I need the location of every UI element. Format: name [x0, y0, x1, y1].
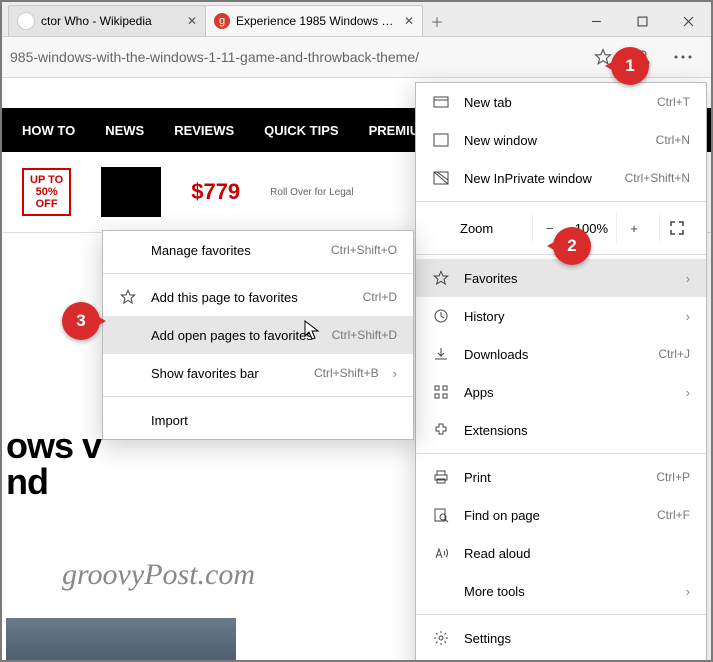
history-icon — [432, 308, 450, 324]
url-text[interactable]: 985-windows-with-the-windows-1-11-game-a… — [10, 49, 583, 65]
menu-extensions[interactable]: Extensions — [416, 411, 706, 449]
more-menu-button[interactable] — [663, 55, 703, 59]
watermark: groovyPost.com — [62, 558, 255, 592]
chevron-right-icon: › — [686, 385, 690, 400]
fullscreen-button[interactable] — [659, 213, 694, 243]
tab-label: Experience 1985 Windows with t — [236, 14, 398, 28]
wikipedia-favicon-icon — [17, 12, 35, 30]
menu-history[interactable]: History › — [416, 297, 706, 335]
star-icon — [432, 270, 450, 286]
zoom-label: Zoom — [428, 221, 524, 236]
titlebar: ctor Who - Wikipedia ✕ g Experience 1985… — [2, 2, 711, 37]
menu-new-inprivate[interactable]: New InPrivate window Ctrl+Shift+N — [416, 159, 706, 197]
menu-new-tab[interactable]: New tab Ctrl+T — [416, 83, 706, 121]
zoom-in-button[interactable]: + — [616, 213, 651, 243]
star-icon — [119, 289, 137, 305]
annotation-callout-1: 1 — [611, 47, 649, 85]
legal-text: Roll Over for Legal — [270, 187, 353, 198]
menu-settings[interactable]: Settings — [416, 619, 706, 657]
print-icon — [432, 469, 450, 485]
groovypost-favicon-icon: g — [214, 13, 230, 29]
ad-thumbnail — [101, 167, 161, 217]
article-headline: ows v nd — [6, 428, 101, 500]
tab-groovypost[interactable]: g Experience 1985 Windows with t ✕ — [205, 5, 423, 36]
new-tab-button[interactable]: ＋ — [422, 6, 452, 36]
menu-print[interactable]: Print Ctrl+P — [416, 458, 706, 496]
cursor-icon — [304, 320, 320, 342]
submenu-import[interactable]: Import — [103, 401, 413, 439]
chevron-right-icon: › — [686, 584, 690, 599]
tab-label: ctor Who - Wikipedia — [41, 14, 181, 28]
download-icon — [432, 346, 450, 362]
inprivate-icon — [432, 170, 450, 186]
menu-find[interactable]: Find on page Ctrl+F — [416, 496, 706, 534]
close-tab-icon[interactable]: ✕ — [404, 14, 414, 28]
gear-icon — [432, 630, 450, 646]
annotation-callout-3: 3 — [62, 302, 100, 340]
nav-item[interactable]: QUICK TIPS — [264, 123, 338, 138]
more-menu: New tab Ctrl+T New window Ctrl+N New InP… — [415, 82, 707, 662]
minimize-button[interactable] — [573, 6, 619, 36]
chevron-right-icon: › — [686, 271, 690, 286]
offer-badge: UP TO 50% OFF — [22, 168, 71, 216]
chevron-right-icon: › — [686, 309, 690, 324]
close-window-button[interactable] — [665, 6, 711, 36]
tab-strip: ctor Who - Wikipedia ✕ g Experience 1985… — [2, 2, 573, 36]
find-icon — [432, 507, 450, 523]
window-controls — [573, 6, 711, 36]
article-thumbnail — [6, 618, 236, 662]
price: $779 — [191, 179, 240, 205]
annotation-callout-2: 2 — [553, 227, 591, 265]
tab-wikipedia[interactable]: ctor Who - Wikipedia ✕ — [8, 5, 206, 36]
read-aloud-icon — [432, 545, 450, 561]
apps-icon — [432, 384, 450, 400]
menu-apps[interactable]: Apps › — [416, 373, 706, 411]
nav-item[interactable]: HOW TO — [22, 123, 75, 138]
menu-help[interactable]: Help and feedback › — [416, 657, 706, 662]
submenu-add-open-pages[interactable]: Add open pages to favorites Ctrl+Shift+D — [103, 316, 413, 354]
menu-more-tools[interactable]: More tools › — [416, 572, 706, 610]
nav-item[interactable]: REVIEWS — [174, 123, 234, 138]
chevron-right-icon: › — [393, 366, 397, 381]
new-window-icon — [432, 132, 450, 148]
submenu-manage-favorites[interactable]: Manage favorites Ctrl+Shift+O — [103, 231, 413, 269]
close-tab-icon[interactable]: ✕ — [187, 14, 197, 28]
menu-read-aloud[interactable]: Read aloud — [416, 534, 706, 572]
menu-favorites[interactable]: Favorites › — [416, 259, 706, 297]
new-tab-icon — [432, 94, 450, 110]
submenu-show-favorites-bar[interactable]: Show favorites bar Ctrl+Shift+B › — [103, 354, 413, 392]
menu-new-window[interactable]: New window Ctrl+N — [416, 121, 706, 159]
menu-downloads[interactable]: Downloads Ctrl+J — [416, 335, 706, 373]
maximize-button[interactable] — [619, 6, 665, 36]
extensions-icon — [432, 422, 450, 438]
favorites-submenu: Manage favorites Ctrl+Shift+O Add this p… — [102, 230, 414, 440]
submenu-add-page[interactable]: Add this page to favorites Ctrl+D — [103, 278, 413, 316]
nav-item[interactable]: NEWS — [105, 123, 144, 138]
